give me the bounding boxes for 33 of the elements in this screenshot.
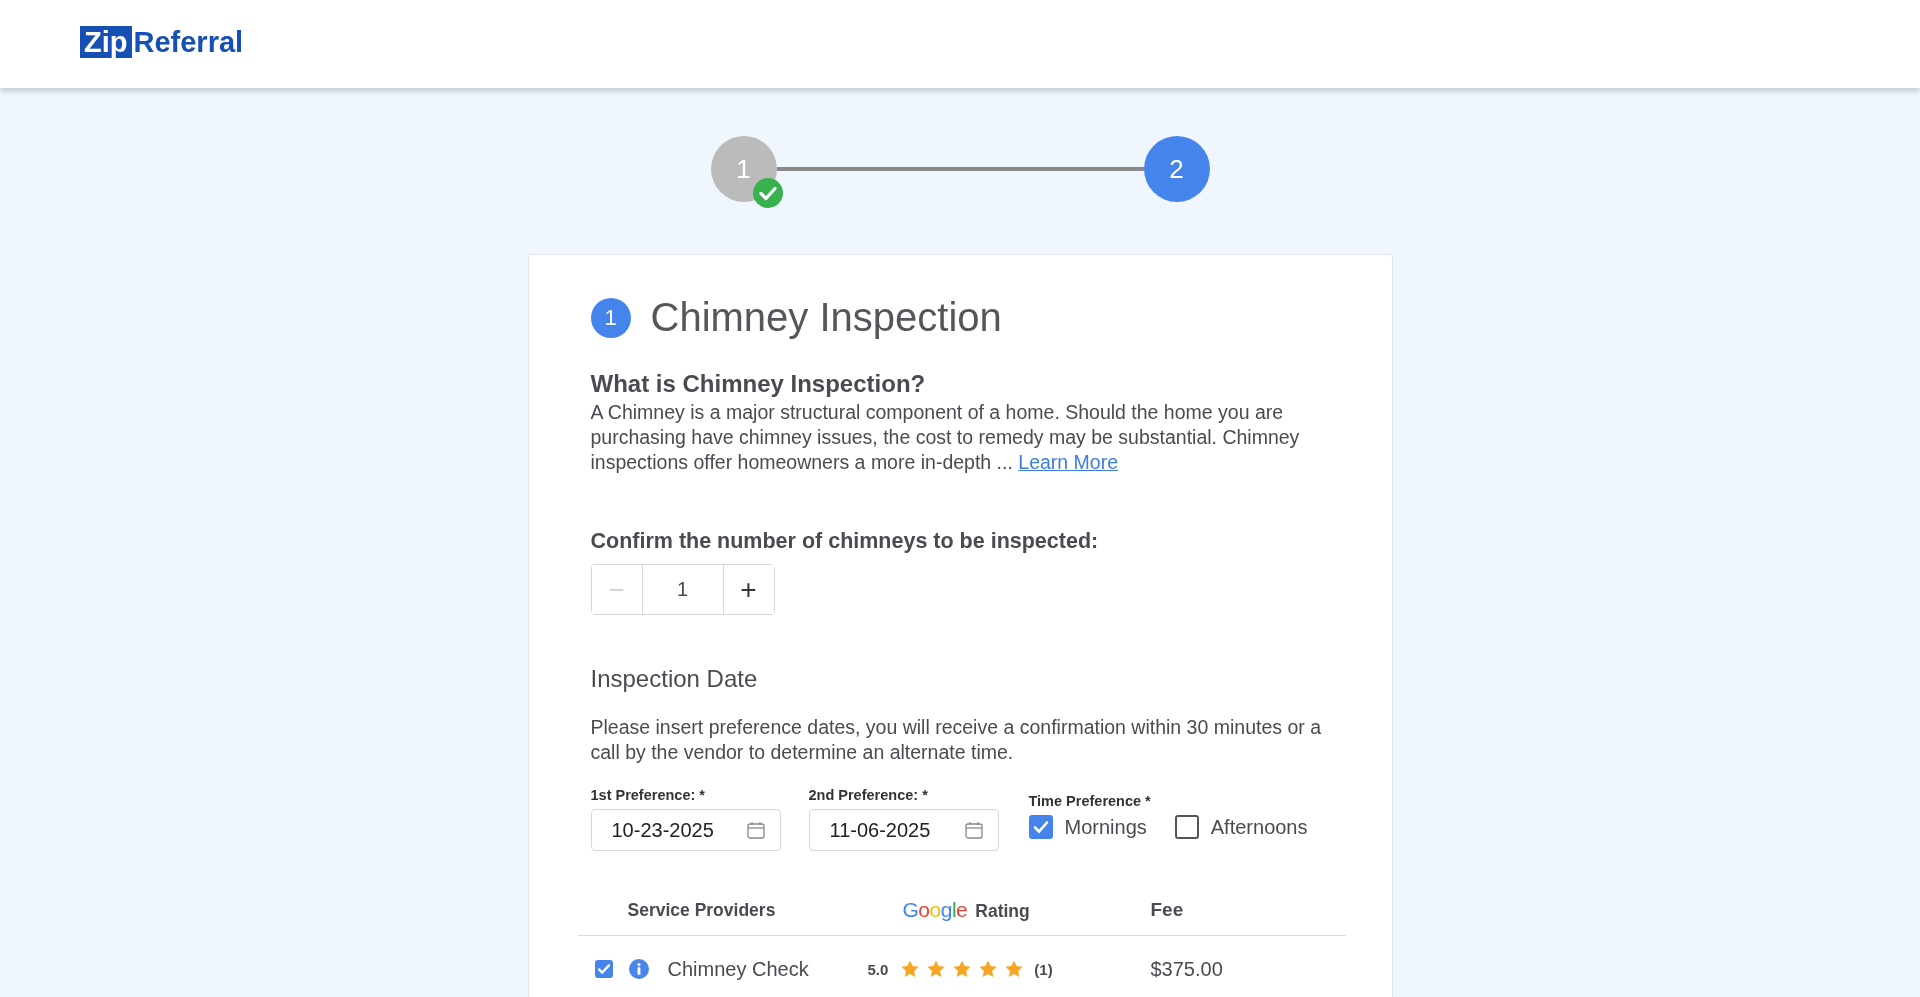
logo[interactable]: Zip Referral [80,25,244,59]
fee-cell: $375.00 [1150,957,1223,981]
column-header: Service Providers [627,899,777,921]
instructions-text: Please insert preference dates, you will receive a confirmation within 30 minutes or a call by the vendor to determine an alternate time. [590,715,1323,765]
column-header: Fee [1150,899,1184,921]
step-circle[interactable]: 2 [1143,136,1210,202]
field-label: Time Preference * [1028,793,1152,809]
column-header: Rating [975,901,1030,922]
calendar-icon [745,820,766,840]
checkbox-label: Afternoons [1210,815,1308,839]
service-title: Chimney Inspection [650,295,1002,340]
info-icon[interactable] [628,959,649,979]
date-field[interactable]: 11-06-2025 [808,809,999,851]
section-heading: Inspection Date [590,665,759,693]
rating-value: 5.0 [867,960,889,978]
checkbox[interactable] [1174,815,1199,839]
checkbox[interactable] [1028,815,1053,839]
review-count: (1) [1034,960,1053,978]
quantity-stepper[interactable]: − 1 + [590,564,775,615]
field-label: 1st Preference: * [590,787,706,803]
provider-name: Chimney Check [667,957,809,981]
calendar-icon [963,820,984,840]
google-logo: Google [902,898,968,922]
step-number: 1 [590,297,631,338]
field-label: 2nd Preference: * [808,787,929,803]
date-field[interactable]: 10-23-2025 [590,809,781,851]
section-heading: What is Chimney Inspection? [590,370,927,398]
checkbox-label: Mornings [1064,815,1147,839]
count-label: Confirm the number of chimneys to be inspected: [590,529,1100,554]
row-checkbox[interactable] [594,960,613,978]
learn-more-link[interactable]: Learn More [1018,451,1118,473]
description-text: A Chimney is a major structural component of a home. Should the home you are purchasing have chimney issues, the cost to remedy may be substantial. Chimney inspections offer homeowners a more in-depth ... Learn More [590,400,1301,475]
quantity-value: 1 [641,565,724,614]
